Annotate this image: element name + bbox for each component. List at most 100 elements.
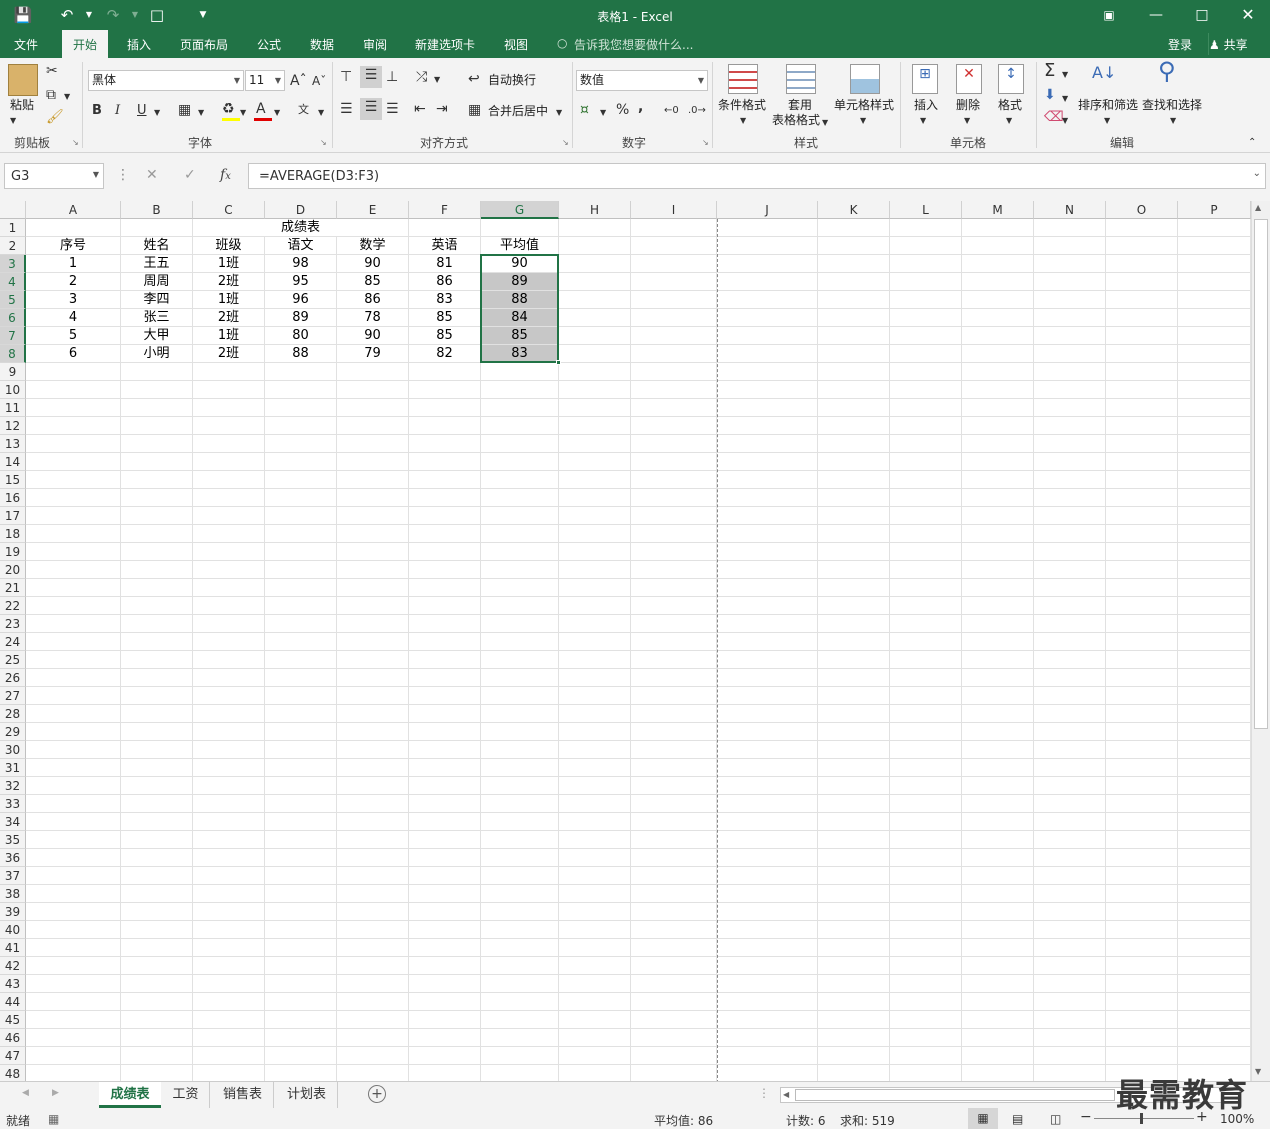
cell[interactable] — [193, 381, 265, 399]
cell[interactable] — [1106, 219, 1178, 237]
cell[interactable] — [121, 597, 193, 615]
cell[interactable] — [717, 363, 818, 381]
cell[interactable] — [481, 957, 559, 975]
cell[interactable] — [193, 399, 265, 417]
cell[interactable] — [1034, 885, 1106, 903]
cell[interactable] — [1106, 435, 1178, 453]
cell[interactable] — [1178, 363, 1251, 381]
font-color-dropdown-icon[interactable]: ▼ — [274, 104, 280, 122]
row-header[interactable]: 4 — [0, 273, 26, 291]
cell[interactable] — [631, 795, 717, 813]
cell[interactable] — [26, 489, 121, 507]
currency-icon[interactable]: ¤ — [580, 101, 589, 119]
cell[interactable] — [481, 1065, 559, 1081]
cell[interactable] — [337, 633, 409, 651]
cell[interactable] — [481, 705, 559, 723]
cell[interactable] — [631, 759, 717, 777]
cell[interactable] — [890, 543, 962, 561]
cell[interactable] — [1178, 435, 1251, 453]
cell[interactable] — [1106, 1011, 1178, 1029]
cell[interactable] — [409, 597, 481, 615]
cell[interactable] — [1034, 615, 1106, 633]
cell[interactable] — [631, 471, 717, 489]
cell[interactable] — [265, 849, 337, 867]
cell[interactable] — [1178, 237, 1251, 255]
row-header[interactable]: 28 — [0, 705, 26, 723]
cell[interactable] — [1178, 669, 1251, 687]
cell[interactable] — [631, 237, 717, 255]
row-header[interactable]: 22 — [0, 597, 26, 615]
cell[interactable] — [409, 507, 481, 525]
fill-dropdown-icon[interactable]: ▼ — [1062, 90, 1068, 108]
cell[interactable] — [962, 471, 1034, 489]
cell[interactable] — [818, 831, 890, 849]
cell[interactable] — [265, 903, 337, 921]
cell[interactable] — [1178, 561, 1251, 579]
cell[interactable] — [193, 885, 265, 903]
number-format-combo[interactable]: 数值 ▼ — [576, 70, 708, 91]
cell[interactable] — [121, 813, 193, 831]
cell[interactable] — [26, 435, 121, 453]
tab-file[interactable]: 文件 — [14, 36, 38, 53]
cell[interactable] — [337, 903, 409, 921]
cell[interactable] — [26, 867, 121, 885]
cell[interactable] — [121, 435, 193, 453]
cell[interactable] — [717, 579, 818, 597]
cell[interactable] — [818, 219, 890, 237]
cell[interactable] — [1106, 687, 1178, 705]
cell[interactable] — [481, 363, 559, 381]
cell[interactable] — [337, 597, 409, 615]
find-magnifier-icon[interactable]: ⚲ — [1158, 59, 1176, 83]
cell[interactable] — [631, 741, 717, 759]
cell[interactable] — [1034, 579, 1106, 597]
title-cell[interactable]: 成绩表 — [193, 219, 409, 237]
cell[interactable] — [818, 867, 890, 885]
cell[interactable] — [193, 921, 265, 939]
row-header[interactable]: 16 — [0, 489, 26, 507]
cell[interactable] — [481, 1011, 559, 1029]
cell[interactable] — [818, 957, 890, 975]
cell[interactable] — [265, 417, 337, 435]
cell[interactable] — [1034, 1029, 1106, 1047]
cell[interactable] — [962, 597, 1034, 615]
cell[interactable] — [1034, 597, 1106, 615]
cell[interactable] — [818, 579, 890, 597]
cell[interactable] — [193, 993, 265, 1011]
font-color-button[interactable]: A — [256, 100, 266, 118]
data-cell[interactable]: 84 — [481, 309, 559, 327]
row-header[interactable]: 27 — [0, 687, 26, 705]
data-cell[interactable]: 85 — [409, 327, 481, 345]
cell[interactable] — [890, 759, 962, 777]
cell[interactable] — [481, 561, 559, 579]
cell[interactable] — [26, 903, 121, 921]
cell[interactable] — [631, 1011, 717, 1029]
cell[interactable] — [193, 363, 265, 381]
cell[interactable] — [337, 579, 409, 597]
cell[interactable] — [962, 579, 1034, 597]
cell[interactable] — [409, 777, 481, 795]
cell[interactable] — [409, 525, 481, 543]
cell[interactable] — [1034, 777, 1106, 795]
cell[interactable] — [1106, 849, 1178, 867]
cell[interactable] — [193, 507, 265, 525]
data-cell[interactable]: 1 — [26, 255, 121, 273]
cell[interactable] — [1106, 921, 1178, 939]
cell[interactable] — [409, 579, 481, 597]
header-cell[interactable]: 班级 — [193, 237, 265, 255]
cell[interactable] — [1034, 957, 1106, 975]
header-cell[interactable]: 英语 — [409, 237, 481, 255]
cell[interactable] — [26, 561, 121, 579]
cell[interactable] — [337, 741, 409, 759]
cell[interactable] — [26, 975, 121, 993]
cell[interactable] — [26, 741, 121, 759]
cell[interactable] — [337, 615, 409, 633]
cell[interactable] — [631, 867, 717, 885]
cell[interactable] — [1034, 633, 1106, 651]
cell[interactable] — [26, 651, 121, 669]
cell[interactable] — [818, 255, 890, 273]
data-cell[interactable]: 85 — [337, 273, 409, 291]
format-as-table-line1[interactable]: 套用 — [788, 98, 812, 112]
cell[interactable] — [481, 435, 559, 453]
cell[interactable] — [337, 543, 409, 561]
cell[interactable] — [337, 471, 409, 489]
